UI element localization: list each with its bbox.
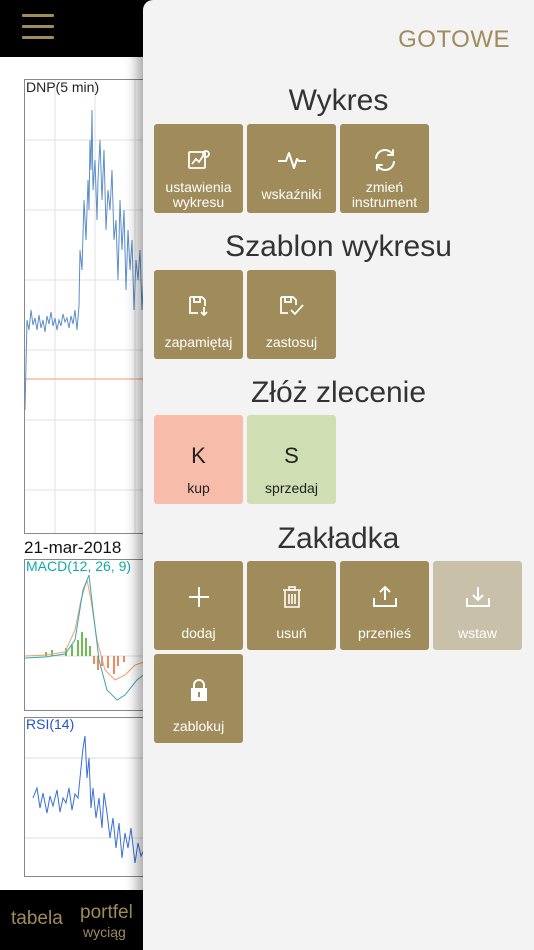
- price-chart[interactable]: [24, 79, 149, 534]
- move-tab-button[interactable]: przenieś: [340, 561, 429, 650]
- sell-button[interactable]: S sprzedaj: [247, 415, 336, 504]
- download-icon: [433, 583, 522, 611]
- lock-tab-label: zablokuj: [172, 718, 225, 734]
- section-title-zlecenie: Złóż zlecenie: [250, 376, 427, 409]
- tab-wyciag-label: wyciąg: [83, 924, 126, 940]
- macd-chart[interactable]: [24, 559, 149, 711]
- insert-tab-label: wstaw: [458, 625, 497, 641]
- save-icon: [154, 292, 243, 320]
- chart-settings-label-2: wykresu: [172, 194, 225, 210]
- change-instrument-label-1: zmień: [365, 179, 404, 195]
- section-title-zakladka: Zakładka: [277, 522, 400, 555]
- add-tab-label: dodaj: [181, 625, 216, 641]
- buy-button[interactable]: K kup: [154, 415, 243, 504]
- delete-tab-button[interactable]: usuń: [247, 561, 336, 650]
- macd-chart-label: MACD(12, 26, 9): [26, 558, 132, 574]
- options-panel: GOTOWE Wykres ustawienia wykresu wskaźni…: [143, 0, 534, 950]
- remember-template-button[interactable]: zapamiętaj: [154, 270, 243, 359]
- sell-label: sprzedaj: [265, 480, 318, 496]
- trash-icon: [247, 583, 336, 611]
- indicators-label: wskaźniki: [261, 186, 322, 202]
- buy-letter: K: [191, 443, 206, 468]
- bottom-nav: tabela portfel wyciąg: [0, 890, 145, 950]
- delete-tab-label: usuń: [276, 625, 307, 641]
- change-instrument-label-2: instrument: [351, 194, 418, 210]
- section-title-wykres: Wykres: [288, 84, 389, 117]
- macd-chart-svg: [25, 574, 148, 701]
- rsi-chart-label: RSI(14): [26, 716, 75, 732]
- chart-settings-button[interactable]: ustawienia wykresu: [154, 124, 243, 213]
- rsi-chart[interactable]: [24, 717, 149, 877]
- buy-label: kup: [187, 480, 210, 496]
- price-chart-label: DNP(5 min): [26, 79, 100, 95]
- sell-letter: S: [284, 443, 299, 468]
- plus-icon: [154, 583, 243, 611]
- chart-settings-icon: [154, 146, 243, 174]
- insert-tab-button[interactable]: wstaw: [433, 561, 522, 650]
- indicators-button[interactable]: wskaźniki: [247, 124, 336, 213]
- apply-template-button[interactable]: zastosuj: [247, 270, 336, 359]
- remember-template-label: zapamiętaj: [164, 334, 233, 350]
- change-instrument-button[interactable]: zmień instrument: [340, 124, 429, 213]
- apply-template-label: zastosuj: [265, 334, 318, 350]
- chart-settings-label-1: ustawienia: [165, 179, 232, 195]
- add-tab-button[interactable]: dodaj: [154, 561, 243, 650]
- lock-tab-button[interactable]: zablokuj: [154, 654, 243, 743]
- section-title-szablon: Szablon wykresu: [225, 230, 452, 263]
- done-button[interactable]: GOTOWE: [398, 26, 510, 54]
- pulse-icon: [247, 146, 336, 174]
- price-chart-svg: [25, 80, 148, 533]
- menu-icon[interactable]: [22, 12, 54, 42]
- rsi-chart-svg: [25, 735, 148, 864]
- top-bar: [0, 0, 145, 57]
- date-label: 21-mar-2018: [24, 538, 122, 557]
- upload-icon: [340, 583, 429, 611]
- move-tab-label: przenieś: [358, 625, 411, 641]
- lock-icon: [154, 676, 243, 704]
- refresh-icon: [340, 146, 429, 174]
- screen: DNP(5 min) 21-mar-2018 MACD(12, 26, 9) R…: [0, 0, 534, 950]
- tab-portfel[interactable]: portfel: [80, 902, 133, 924]
- save-check-icon: [247, 292, 336, 320]
- tab-tabela[interactable]: tabela: [11, 908, 63, 930]
